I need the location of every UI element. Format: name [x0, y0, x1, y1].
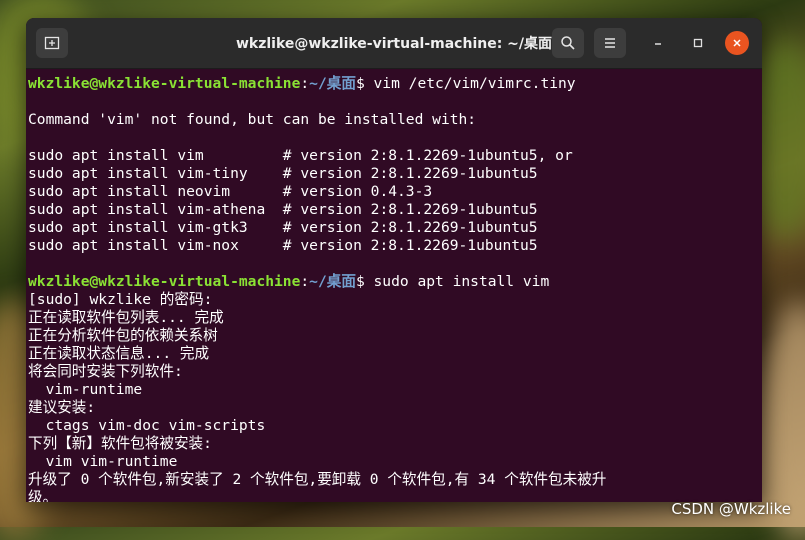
terminal-output[interactable]: wkzlike@wkzlike-virtual-machine:~/桌面$ vi…: [26, 69, 762, 502]
menu-button[interactable]: [594, 28, 626, 58]
terminal-window: wkzlike@wkzlike-virtual-machine: ~/桌面 wk…: [26, 18, 762, 502]
output-line: 将会同时安装下列软件:: [28, 363, 183, 380]
output-line: 升级了 0 个软件包,新安装了 2 个软件包,要卸载 0 个软件包,有 34 个…: [28, 471, 607, 488]
output-line: [sudo] wkzlike 的密码:: [28, 291, 213, 308]
prompt-path: ~/桌面: [309, 75, 356, 92]
output-block-1: Command 'vim' not found, but can be inst…: [28, 93, 760, 273]
minimize-icon: [655, 43, 661, 45]
prompt-line: wkzlike@wkzlike-virtual-machine:~/桌面$ su…: [28, 273, 760, 291]
command-text: vim /etc/vim/vimrc.tiny: [373, 75, 576, 92]
title-bar: wkzlike@wkzlike-virtual-machine: ~/桌面: [26, 18, 762, 69]
prompt-line: wkzlike@wkzlike-virtual-machine:~/桌面$ vi…: [28, 75, 760, 93]
command-text: sudo apt install vim: [373, 273, 550, 290]
output-line: 正在分析软件包的依赖关系树: [28, 327, 218, 344]
watermark: CSDN @Wkzlike: [671, 500, 791, 518]
output-line: vim vim-runtime: [28, 453, 178, 470]
minimize-button[interactable]: [646, 31, 670, 55]
output-line: 下列【新】软件包将被安装:: [28, 435, 212, 452]
maximize-button[interactable]: [686, 31, 710, 55]
output-line: sudo apt install vim-athena # version 2:…: [28, 201, 538, 218]
output-line: Command 'vim' not found, but can be inst…: [28, 111, 477, 128]
output-line: vim-runtime: [28, 381, 143, 398]
close-icon: [733, 39, 741, 47]
prompt-colon: :: [300, 273, 310, 290]
output-line: 级。: [28, 489, 58, 502]
prompt-user-host: wkzlike@wkzlike-virtual-machine: [28, 75, 301, 92]
output-block-2: [sudo] wkzlike 的密码: 正在读取软件包列表... 完成 正在分析…: [28, 291, 760, 502]
output-line: sudo apt install vim-gtk3 # version 2:8.…: [28, 219, 538, 236]
output-line: sudo apt install vim # version 2:8.1.226…: [28, 147, 573, 164]
output-line: ctags vim-doc vim-scripts: [28, 417, 266, 434]
search-icon: [561, 36, 575, 50]
output-line: 正在读取软件包列表... 完成: [28, 309, 224, 326]
output-line: 建议安装:: [28, 399, 96, 416]
hamburger-menu-icon: [605, 38, 615, 48]
close-button[interactable]: [725, 31, 749, 55]
search-button[interactable]: [552, 28, 584, 58]
output-line: 正在读取状态信息... 完成: [28, 345, 210, 362]
prompt-user-host: wkzlike@wkzlike-virtual-machine: [28, 273, 301, 290]
prompt-colon: :: [300, 75, 310, 92]
prompt-dollar: $: [355, 75, 374, 92]
output-line: sudo apt install vim-tiny # version 2:8.…: [28, 165, 538, 182]
output-line: sudo apt install neovim # version 0.4.3-…: [28, 183, 433, 200]
prompt-path: ~/桌面: [309, 273, 356, 290]
prompt-dollar: $: [355, 273, 374, 290]
maximize-icon: [693, 38, 703, 48]
output-line: sudo apt install vim-nox # version 2:8.1…: [28, 237, 538, 254]
